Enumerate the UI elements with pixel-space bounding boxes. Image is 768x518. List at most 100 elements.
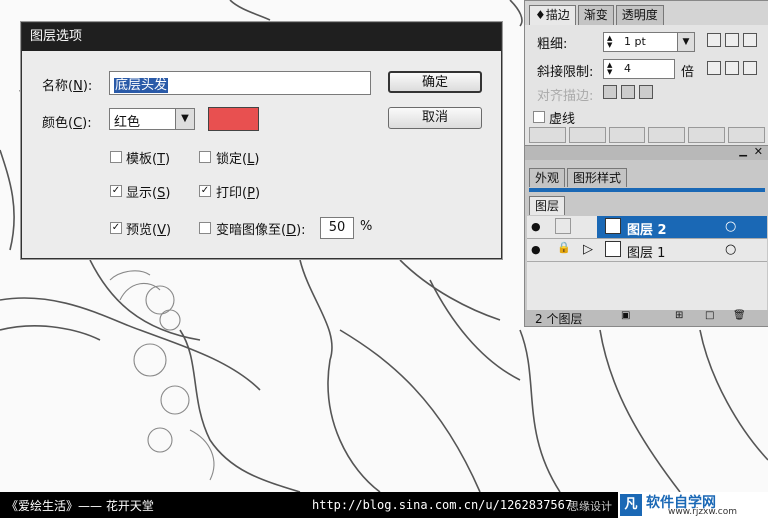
- miter-value: 4: [624, 62, 631, 75]
- eye-icon[interactable]: ●: [531, 220, 541, 233]
- layers-panel: ▁ ✕ 外观 图形样式 图层 ● 图层 2 ○ ● 🔒 ▷ 图层 1 ○ 2 个…: [524, 145, 768, 327]
- tab-layers[interactable]: 图层: [529, 196, 566, 215]
- stroke-panel-tabs: ♦描边 渐变 透明度: [529, 5, 664, 25]
- lock-label: 锁定(L): [216, 152, 260, 167]
- tab-stroke[interactable]: ♦描边: [529, 5, 576, 25]
- footer-url: http://blog.sina.com.cn/u/1262837567: [312, 498, 573, 512]
- stroke-panel-body: 粗细: ▲ ▼ 1 pt ▼ 斜接限制: ▲ ▼ 4 倍 对齐描边: 虚线: [525, 25, 768, 146]
- join-buttons: [707, 61, 757, 75]
- template-label: 模板(T): [126, 152, 171, 167]
- projecting-cap-icon[interactable]: [743, 33, 757, 47]
- miter-field[interactable]: ▲ ▼ 4: [603, 59, 675, 79]
- bevel-join-icon[interactable]: [743, 61, 757, 75]
- make-clipping-mask-icon[interactable]: ▣: [621, 310, 630, 321]
- minimize-icon[interactable]: ▁: [739, 146, 747, 157]
- tab-gradient[interactable]: 渐变: [577, 5, 614, 25]
- layers-list: ● 图层 2 ○ ● 🔒 ▷ 图层 1 ○: [527, 216, 767, 310]
- watermark-logo-box: 凡 软件自学网 www.rjzxw.com: [618, 492, 768, 518]
- lock-checkbox[interactable]: [199, 151, 211, 163]
- lock-toggle[interactable]: [555, 218, 571, 234]
- layer-options-dialog: 图层选项 名称(N): 底层头发 确定 颜色(C): 红色 ▼ 取消 模板(T)…: [21, 22, 502, 259]
- show-checkbox[interactable]: ✓: [110, 185, 122, 197]
- dash-field[interactable]: [529, 127, 566, 143]
- align-buttons: [603, 85, 653, 99]
- color-swatch[interactable]: [208, 107, 259, 131]
- target-circle-icon[interactable]: ○: [725, 219, 736, 234]
- watermark-site: 思缘设计: [568, 500, 612, 513]
- eye-icon[interactable]: ●: [531, 243, 541, 256]
- dim-label: 变暗图像至(D):: [216, 223, 306, 238]
- expand-arrow-icon[interactable]: ▷: [583, 242, 593, 257]
- weight-dropdown-icon[interactable]: ▼: [677, 33, 694, 51]
- print-checkbox[interactable]: ✓: [199, 185, 211, 197]
- lock-icon[interactable]: 🔒: [557, 241, 571, 254]
- print-label: 打印(P): [216, 186, 261, 201]
- weight-field[interactable]: ▲ ▼ 1 pt ▼: [603, 32, 695, 52]
- layer-count: 2 个图层: [535, 312, 583, 326]
- footer-title: 《爱绘生活》—— 花开天堂: [6, 499, 154, 513]
- miter-unit: 倍: [681, 65, 695, 80]
- name-label: 名称(N):: [42, 79, 93, 94]
- dashed-checkbox[interactable]: [533, 111, 545, 123]
- layer-row[interactable]: ● 🔒 ▷ 图层 1 ○: [527, 239, 767, 262]
- watermark-url: www.rjzxw.com: [668, 507, 737, 517]
- stroke-panel: ♦描边 渐变 透明度 粗细: ▲ ▼ 1 pt ▼ 斜接限制: ▲ ▼ 4 倍 对齐…: [524, 0, 768, 147]
- delete-layer-icon[interactable]: 🗑: [733, 310, 746, 321]
- close-icon[interactable]: ✕: [754, 145, 763, 158]
- name-input-value: 底层头发: [114, 78, 169, 93]
- layers-panel-titlebar: ▁ ✕: [525, 145, 768, 160]
- align-inside-icon: [621, 85, 635, 99]
- layer-name: 图层 1: [627, 246, 666, 261]
- new-sublayer-icon[interactable]: ⊞: [675, 310, 683, 321]
- layer-thumbnail: [605, 218, 621, 234]
- tab-appearance[interactable]: 外观: [529, 168, 566, 187]
- miter-stepper-icon[interactable]: ▲ ▼: [607, 62, 612, 76]
- dash-field[interactable]: [608, 127, 646, 143]
- miter-label: 斜接限制:: [537, 65, 594, 80]
- dialog-title: 图层选项: [22, 23, 501, 51]
- layer-selected-highlight: [597, 216, 767, 238]
- cancel-button[interactable]: 取消: [388, 107, 482, 129]
- name-input[interactable]: 底层头发: [109, 71, 371, 95]
- dim-percent-input[interactable]: 50: [320, 217, 354, 239]
- tab-transparency[interactable]: 透明度: [615, 5, 664, 25]
- layer-thumbnail: [605, 241, 621, 257]
- weight-value: 1 pt: [624, 35, 646, 48]
- stroke-tab-arrow-icon: ♦: [535, 8, 546, 22]
- target-circle-icon[interactable]: ○: [725, 242, 736, 257]
- round-cap-icon[interactable]: [725, 33, 739, 47]
- appearance-tabs: 外观 图形样式: [529, 168, 628, 187]
- gap-field[interactable]: [728, 127, 765, 143]
- show-label: 显示(S): [126, 186, 171, 201]
- round-join-icon[interactable]: [725, 61, 739, 75]
- footer-bar: 《爱绘生活》—— 花开天堂 http://blog.sina.com.cn/u/…: [0, 492, 768, 518]
- weight-label: 粗细:: [537, 37, 568, 52]
- gap-field[interactable]: [648, 127, 686, 143]
- dash-fields: [529, 127, 765, 143]
- butt-cap-icon[interactable]: [707, 33, 721, 47]
- miter-join-icon[interactable]: [707, 61, 721, 75]
- dim-checkbox[interactable]: [199, 222, 211, 234]
- dash-field[interactable]: [688, 127, 726, 143]
- preview-checkbox[interactable]: ✓: [110, 222, 122, 234]
- new-layer-icon[interactable]: □: [705, 310, 714, 321]
- ok-button[interactable]: 确定: [388, 71, 482, 93]
- dropdown-arrow-icon[interactable]: ▼: [175, 109, 194, 129]
- dashed-label: 虚线: [549, 112, 576, 127]
- layers-footer: 2 个图层 ▣ ⊞ □ 🗑: [525, 310, 768, 326]
- layers-tab-row: 图层: [529, 196, 566, 215]
- align-outside-icon: [639, 85, 653, 99]
- layer-name: 图层 2: [627, 223, 667, 238]
- dim-percent-unit: %: [360, 219, 373, 234]
- appearance-strip: [529, 188, 765, 192]
- color-select[interactable]: 红色 ▼: [109, 108, 195, 130]
- tab-graphic-styles[interactable]: 图形样式: [567, 168, 628, 187]
- align-center-icon: [603, 85, 617, 99]
- template-checkbox[interactable]: [110, 151, 122, 163]
- weight-stepper-icon[interactable]: ▲ ▼: [607, 35, 612, 49]
- gap-field[interactable]: [568, 127, 606, 143]
- layer-row[interactable]: ● 图层 2 ○: [527, 216, 767, 239]
- color-select-value: 红色: [114, 115, 141, 130]
- color-label: 颜色(C):: [42, 116, 92, 131]
- preview-label: 预览(V): [126, 223, 172, 238]
